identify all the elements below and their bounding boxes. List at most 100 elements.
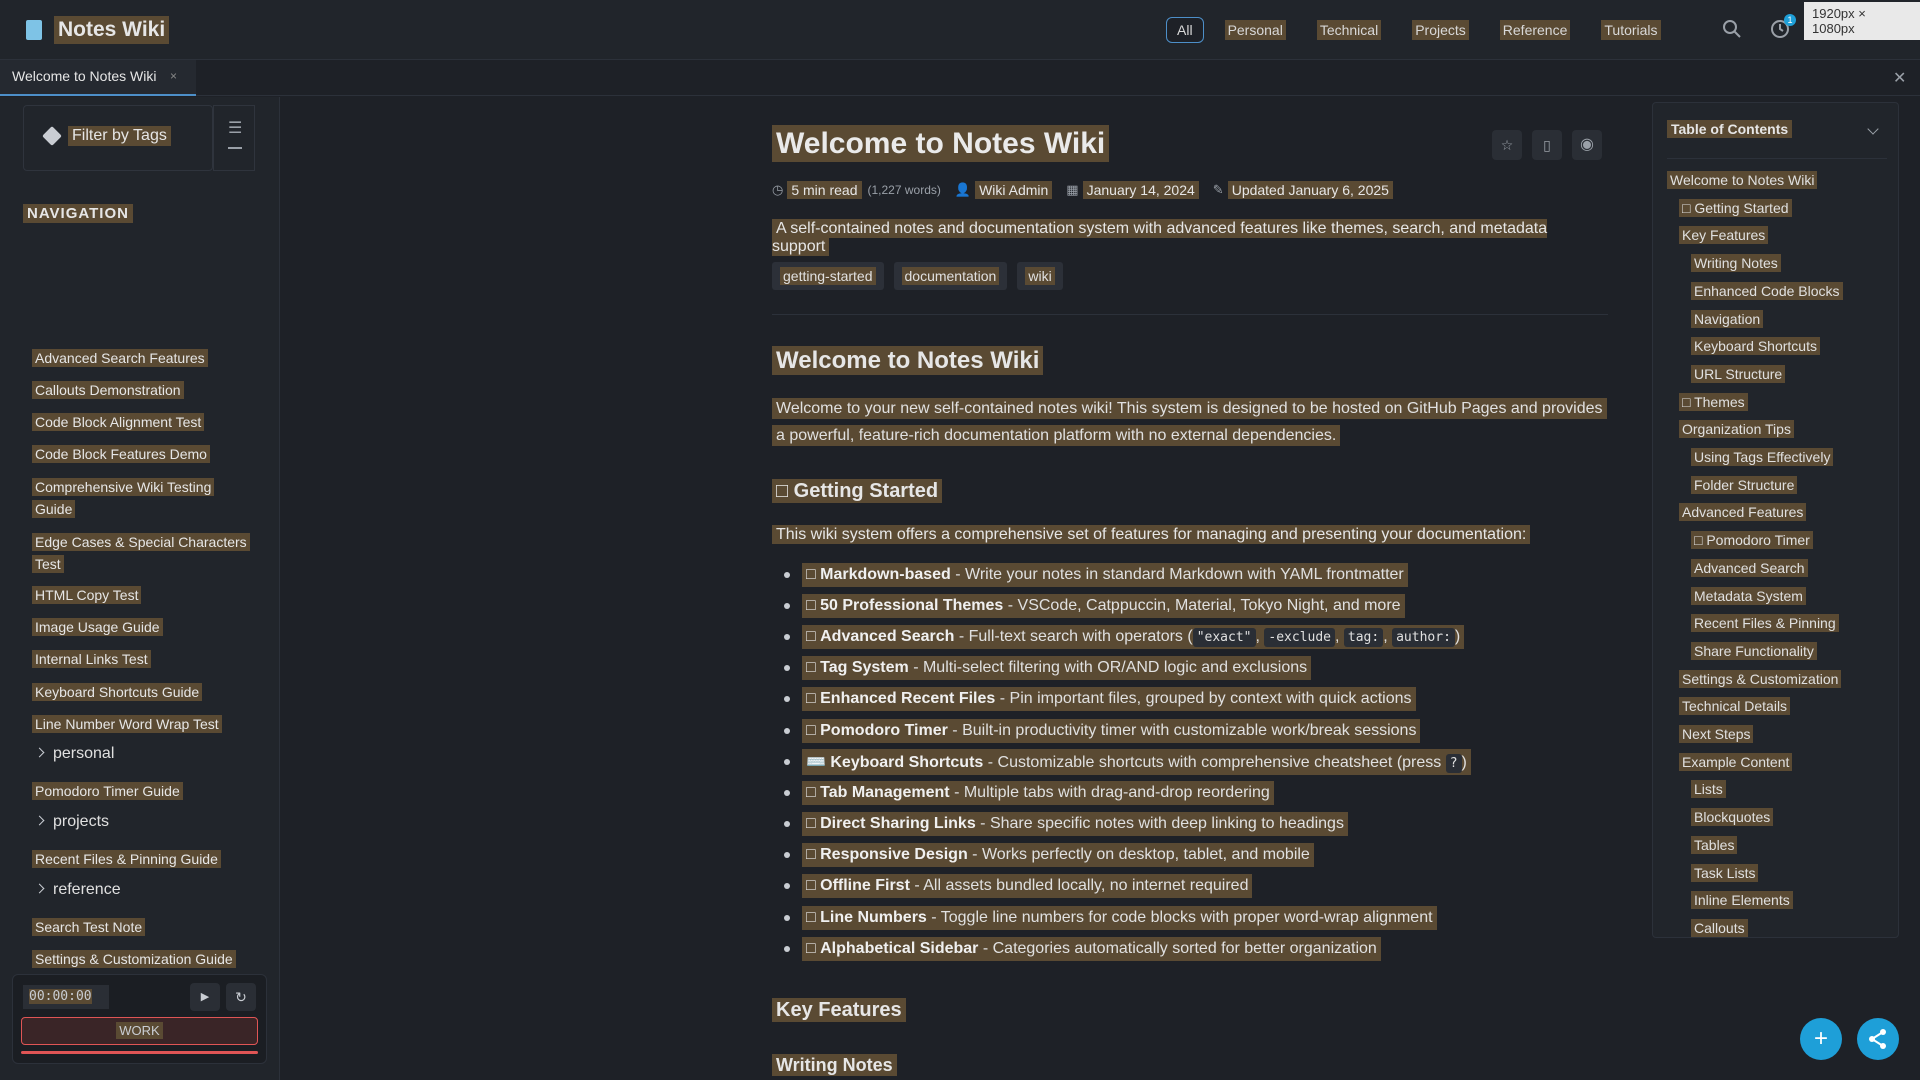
tag-chip[interactable]: wiki [1017, 262, 1063, 290]
feature-icon: □ [806, 783, 816, 801]
category-tutorials[interactable]: Tutorials [1601, 20, 1661, 40]
toc-item-label: Recent Files & Pinning [1691, 614, 1839, 633]
filter-by-tags-button[interactable]: Filter by Tags [23, 105, 213, 171]
toc-item[interactable]: Key Features [1679, 226, 1769, 245]
category-all[interactable]: All [1166, 17, 1204, 43]
feature-text: □ Offline First - All assets bundled loc… [802, 874, 1253, 899]
toc-item[interactable]: Share Functionality [1691, 641, 1817, 660]
collapse-all-icon[interactable] [228, 147, 242, 149]
tab-welcome[interactable]: Welcome to Notes Wiki × [0, 60, 196, 96]
feature-title: Tag System [820, 659, 909, 677]
bullet [784, 571, 790, 578]
toc-item[interactable]: Lists [1691, 780, 1726, 799]
bullet [784, 914, 790, 921]
toc-item[interactable]: Settings & Customization [1679, 669, 1842, 688]
sidebar-folder-projects[interactable]: projects [34, 813, 109, 831]
sidebar-folder-personal[interactable]: personal [34, 745, 114, 763]
toc-item[interactable]: Navigation [1691, 309, 1764, 328]
chevron-down-icon[interactable] [1867, 123, 1879, 135]
toc-item[interactable]: Welcome to Notes Wiki [1667, 171, 1818, 189]
sidebar-item[interactable]: Internal Links Test [32, 648, 151, 670]
add-note-button[interactable]: + [1800, 1018, 1842, 1060]
sidebar-item[interactable]: Callouts Demonstration [32, 379, 184, 401]
menu-icon[interactable]: ☰ [228, 118, 242, 138]
sidebar-item[interactable]: Line Number Word Wrap Test [32, 713, 222, 735]
sidebar-item[interactable]: Search Test Note [32, 916, 146, 938]
toc-item[interactable]: Enhanced Code Blocks [1691, 281, 1843, 300]
toc-item[interactable]: □ Getting Started [1679, 198, 1792, 217]
category-personal[interactable]: Personal [1224, 20, 1286, 40]
toc-item[interactable]: Advanced Search [1691, 558, 1808, 577]
navigation-heading: NAVIGATION [23, 204, 133, 223]
share-button[interactable] [1857, 1018, 1899, 1060]
feature-text: □ Pomodoro Timer - Built-in productivity… [802, 718, 1421, 743]
tag-chip[interactable]: documentation [893, 262, 1008, 290]
search-icon[interactable] [1722, 19, 1742, 39]
sidebar-folder-reference[interactable]: reference [34, 881, 121, 899]
feature-title: Keyboard Shortcuts [830, 753, 984, 771]
sidebar-item[interactable]: Comprehensive Wiki Testing Guide [32, 476, 247, 520]
list-item: □ Responsive Design - Works perfectly on… [784, 840, 1471, 871]
user-icon: 👤 [954, 182, 972, 197]
bullet [784, 696, 790, 703]
bookmark-button[interactable]: ▯ [1532, 130, 1562, 160]
tag-list: getting-started documentation wiki [772, 262, 1073, 290]
reset-button[interactable]: ↻ [226, 983, 256, 1011]
toc-item[interactable]: Inline Elements [1691, 891, 1793, 910]
favorite-button[interactable]: ☆ [1492, 130, 1522, 160]
sidebar-item[interactable]: Settings & Customization Guide [32, 948, 236, 970]
sidebar-item[interactable]: Code Block Features Demo [32, 443, 210, 465]
sidebar-item[interactable]: Code Block Alignment Test [32, 411, 205, 433]
toc-item[interactable]: Recent Files & Pinning [1691, 614, 1839, 633]
toc-item[interactable]: URL Structure [1691, 364, 1786, 383]
feature-text: □ Alphabetical Sidebar - Categories auto… [802, 936, 1381, 961]
category-projects[interactable]: Projects [1412, 20, 1469, 40]
feature-title: Line Numbers [820, 908, 927, 926]
sidebar-item-label: Internal Links Test [32, 650, 151, 668]
sidebar-item[interactable]: Advanced Search Features [32, 347, 208, 369]
sidebar-item[interactable]: Edge Cases & Special Characters Test [32, 531, 250, 575]
sidebar-item[interactable]: Keyboard Shortcuts Guide [32, 681, 203, 703]
bookmark-icon: ▯ [1543, 137, 1551, 153]
sidebar-item[interactable]: Image Usage Guide [32, 616, 163, 638]
toc-item[interactable]: Keyboard Shortcuts [1691, 337, 1820, 356]
toc-item-label: Lists [1691, 780, 1726, 799]
sidebar-item[interactable]: HTML Copy Test [32, 584, 142, 606]
feature-desc: - All assets bundled locally, no interne… [909, 877, 1249, 895]
tag-chip[interactable]: getting-started [772, 262, 884, 290]
updated-date: Updated January 6, 2025 [1227, 181, 1393, 199]
toc-item[interactable]: Next Steps [1679, 725, 1754, 743]
list-item: □ Markdown-based - Write your notes in s… [784, 559, 1471, 590]
sidebar-item[interactable]: Recent Files & Pinning Guide [32, 848, 221, 870]
feature-desc: - Pin important files, grouped by contex… [995, 690, 1412, 708]
top-bar: Notes Wiki All Personal Technical Projects R… [0, 0, 1920, 60]
sidebar-item-label: Code Block Features Demo [32, 445, 210, 463]
close-all-tabs-icon[interactable]: ✕ [1893, 68, 1906, 88]
toc-item[interactable]: Technical Details [1679, 697, 1791, 716]
work-mode-button[interactable]: WORK [21, 1017, 258, 1045]
category-technical[interactable]: Technical [1316, 20, 1382, 40]
toc-item[interactable]: Folder Structure [1691, 475, 1798, 494]
toc-item[interactable]: Writing Notes [1691, 254, 1781, 273]
app-logo[interactable]: Notes Wiki [26, 16, 170, 44]
play-button[interactable]: ▶ [190, 983, 220, 1011]
toc-item[interactable]: Metadata System [1691, 586, 1806, 605]
toc-item[interactable]: Using Tags Effectively [1691, 448, 1834, 466]
toc-item[interactable]: Organization Tips [1679, 420, 1794, 439]
sidebar-item[interactable]: Pomodoro Timer Guide [32, 780, 183, 802]
sidebar-item-label: Image Usage Guide [32, 618, 163, 636]
toc-item[interactable]: Tables [1691, 835, 1738, 854]
toc-item[interactable]: Advanced Features [1679, 503, 1807, 522]
toc-item[interactable]: □ Pomodoro Timer [1691, 531, 1813, 550]
tag-label: documentation [901, 267, 1000, 285]
toc-item[interactable]: Callouts [1691, 918, 1748, 937]
toc-item[interactable]: Task Lists [1691, 863, 1759, 882]
focus-mode-button[interactable]: ◉ [1572, 130, 1602, 160]
category-reference[interactable]: Reference [1499, 20, 1571, 40]
toc-item-label: URL Structure [1691, 364, 1786, 383]
toc-item[interactable]: Blockquotes [1691, 808, 1774, 827]
feature-icon: □ [806, 659, 816, 677]
tab-close-icon[interactable]: × [170, 69, 177, 83]
toc-item[interactable]: □ Themes [1679, 392, 1748, 411]
toc-item[interactable]: Example Content [1679, 752, 1793, 771]
